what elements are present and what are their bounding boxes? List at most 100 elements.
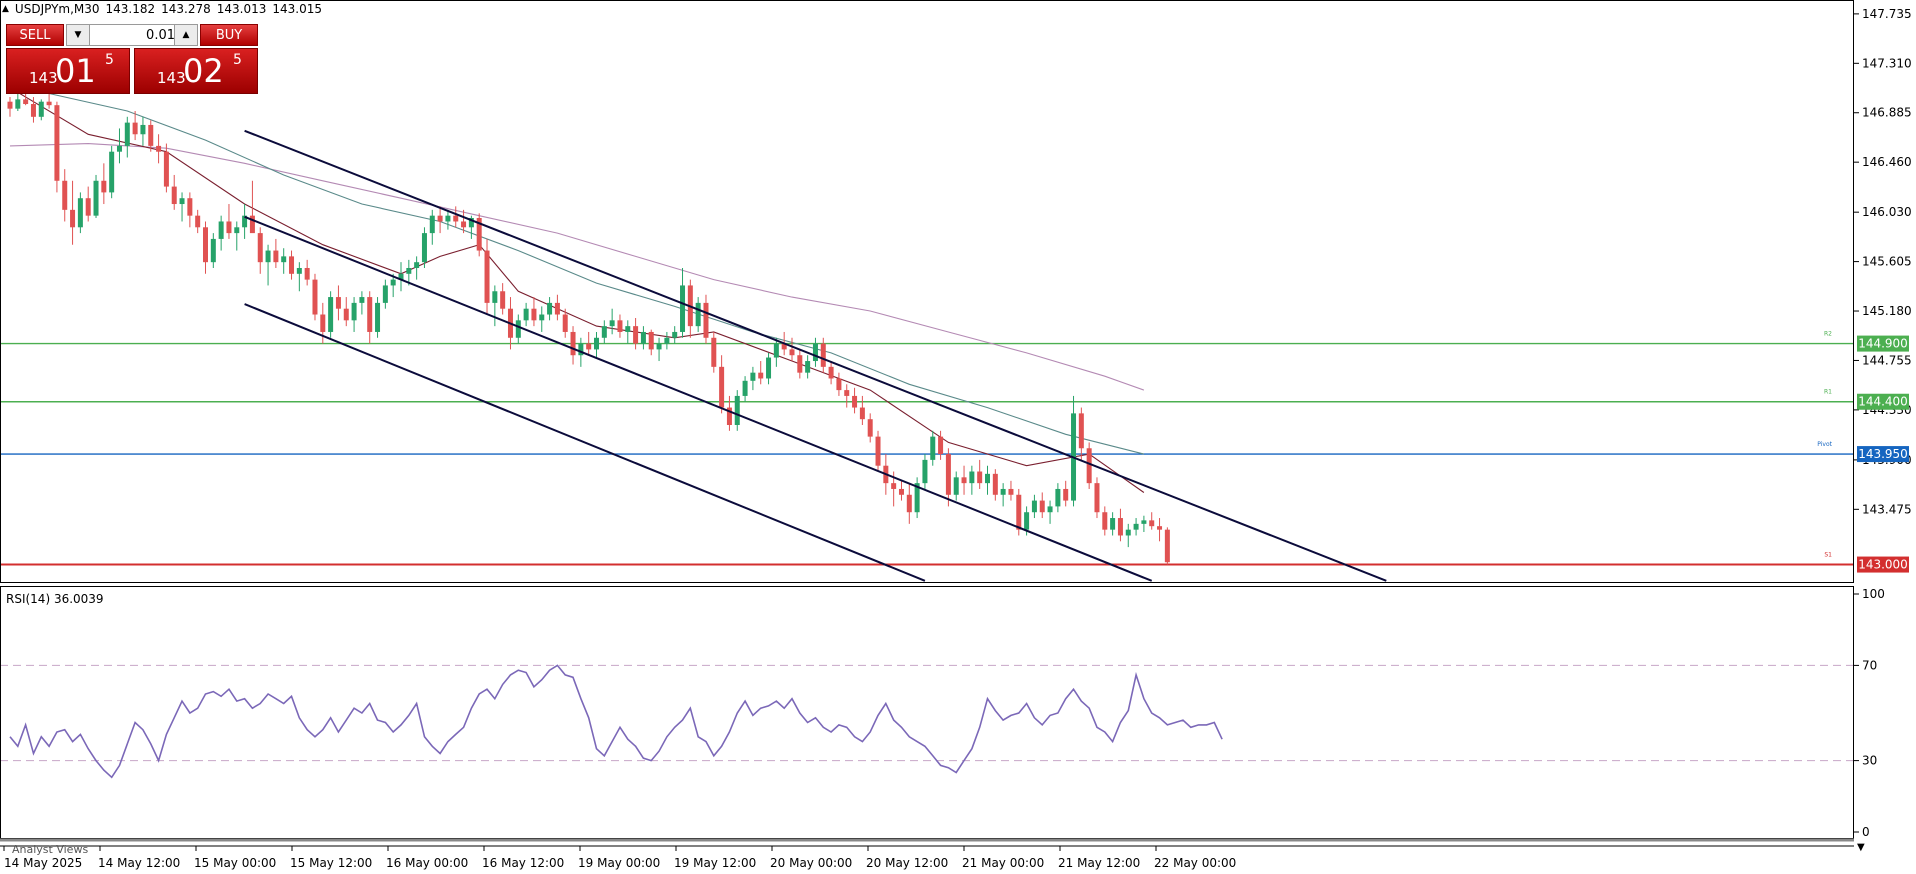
candle[interactable] bbox=[523, 302, 529, 327]
candle[interactable] bbox=[429, 209, 435, 245]
candle[interactable] bbox=[640, 326, 646, 350]
price-pane[interactable]: 147.735 147.310 146.885 146.460 146.030 145.6… bbox=[0, 7, 1912, 582]
candle[interactable] bbox=[38, 99, 44, 121]
candle[interactable] bbox=[601, 320, 607, 344]
candle[interactable] bbox=[539, 306, 545, 332]
candle[interactable] bbox=[805, 355, 811, 379]
candle[interactable] bbox=[797, 349, 803, 379]
candle[interactable] bbox=[359, 291, 365, 315]
candle[interactable] bbox=[414, 256, 420, 280]
candle[interactable] bbox=[335, 285, 341, 321]
candle[interactable] bbox=[914, 477, 920, 519]
candle[interactable] bbox=[766, 352, 772, 385]
candle[interactable] bbox=[515, 314, 521, 344]
candle[interactable] bbox=[852, 387, 858, 414]
candle[interactable] bbox=[382, 279, 388, 309]
candle[interactable] bbox=[570, 326, 576, 365]
candle[interactable] bbox=[1102, 506, 1108, 536]
buy-button[interactable]: BUY bbox=[200, 24, 258, 46]
sell-button[interactable]: SELL bbox=[6, 24, 64, 46]
volume-input[interactable] bbox=[91, 26, 177, 44]
candle[interactable] bbox=[711, 331, 717, 373]
candle[interactable] bbox=[1164, 527, 1170, 565]
candle[interactable] bbox=[953, 471, 959, 501]
candle[interactable] bbox=[1141, 515, 1147, 532]
candle[interactable] bbox=[1008, 480, 1014, 501]
collapse-triangle-icon[interactable]: ▲ bbox=[2, 4, 9, 14]
candle[interactable] bbox=[218, 215, 224, 251]
candle[interactable] bbox=[500, 283, 506, 315]
candle[interactable] bbox=[171, 174, 177, 210]
candle[interactable] bbox=[836, 372, 842, 396]
candle[interactable] bbox=[304, 259, 310, 286]
candle[interactable] bbox=[296, 262, 302, 292]
candle[interactable] bbox=[242, 204, 248, 239]
trend-channel-line[interactable] bbox=[244, 215, 1153, 582]
candle[interactable] bbox=[930, 430, 936, 466]
candle[interactable] bbox=[476, 213, 482, 257]
candle[interactable] bbox=[547, 297, 553, 321]
candle[interactable] bbox=[586, 331, 592, 356]
candle[interactable] bbox=[719, 355, 725, 414]
candle[interactable] bbox=[421, 227, 427, 268]
candle[interactable] bbox=[15, 93, 21, 111]
candle[interactable] bbox=[758, 361, 764, 385]
candle[interactable] bbox=[132, 110, 138, 141]
candle[interactable] bbox=[1055, 483, 1061, 513]
candle[interactable] bbox=[594, 331, 599, 358]
candle[interactable] bbox=[343, 297, 349, 327]
candle[interactable] bbox=[93, 174, 99, 218]
candle[interactable] bbox=[70, 180, 76, 245]
candle[interactable] bbox=[328, 291, 334, 338]
candle[interactable] bbox=[179, 192, 185, 222]
candle[interactable] bbox=[351, 297, 357, 332]
candle[interactable] bbox=[398, 262, 404, 292]
candle[interactable] bbox=[844, 384, 850, 408]
candle[interactable] bbox=[969, 465, 975, 495]
candle[interactable] bbox=[85, 186, 91, 222]
candle[interactable] bbox=[1157, 518, 1163, 542]
candle[interactable] bbox=[672, 326, 678, 344]
sell-price-button[interactable]: 143 01 5 bbox=[6, 48, 130, 94]
candle[interactable] bbox=[867, 413, 873, 443]
candle[interactable] bbox=[124, 116, 130, 158]
candle[interactable] bbox=[1000, 483, 1006, 507]
candle[interactable] bbox=[437, 206, 443, 234]
candle[interactable] bbox=[656, 337, 662, 362]
candle[interactable] bbox=[116, 128, 122, 164]
candle[interactable] bbox=[695, 297, 701, 332]
candle[interactable] bbox=[210, 233, 216, 268]
candle[interactable] bbox=[742, 376, 748, 402]
candle[interactable] bbox=[1125, 523, 1131, 548]
candle[interactable] bbox=[54, 101, 60, 193]
candle[interactable] bbox=[140, 116, 146, 146]
candle[interactable] bbox=[1039, 492, 1045, 519]
candle[interactable] bbox=[226, 204, 232, 239]
candle[interactable] bbox=[812, 337, 818, 367]
analyst-views-tab[interactable]: Analyst Views bbox=[12, 843, 88, 856]
candle[interactable] bbox=[992, 469, 998, 501]
candle[interactable] bbox=[273, 238, 279, 268]
candle[interactable] bbox=[492, 285, 498, 327]
candle[interactable] bbox=[1110, 512, 1116, 536]
candle[interactable] bbox=[234, 221, 240, 251]
candle[interactable] bbox=[187, 192, 193, 228]
candle[interactable] bbox=[789, 337, 795, 362]
candle[interactable] bbox=[1094, 477, 1100, 519]
candle[interactable] bbox=[859, 395, 865, 425]
candle[interactable] bbox=[625, 320, 631, 344]
candle[interactable] bbox=[922, 454, 928, 489]
candle[interactable] bbox=[484, 238, 490, 315]
candle[interactable] bbox=[734, 390, 740, 431]
candle[interactable] bbox=[906, 483, 912, 524]
candle[interactable] bbox=[62, 169, 68, 222]
scroll-end-icon[interactable]: ▼ bbox=[1857, 842, 1865, 853]
candle[interactable] bbox=[554, 294, 560, 321]
volume-increase-icon[interactable]: ▲ bbox=[174, 25, 197, 45]
candle[interactable] bbox=[617, 314, 623, 338]
candle[interactable] bbox=[609, 308, 615, 335]
candle[interactable] bbox=[1078, 407, 1084, 460]
candle[interactable] bbox=[938, 430, 944, 460]
candle[interactable] bbox=[289, 250, 295, 280]
candle[interactable] bbox=[312, 273, 318, 321]
